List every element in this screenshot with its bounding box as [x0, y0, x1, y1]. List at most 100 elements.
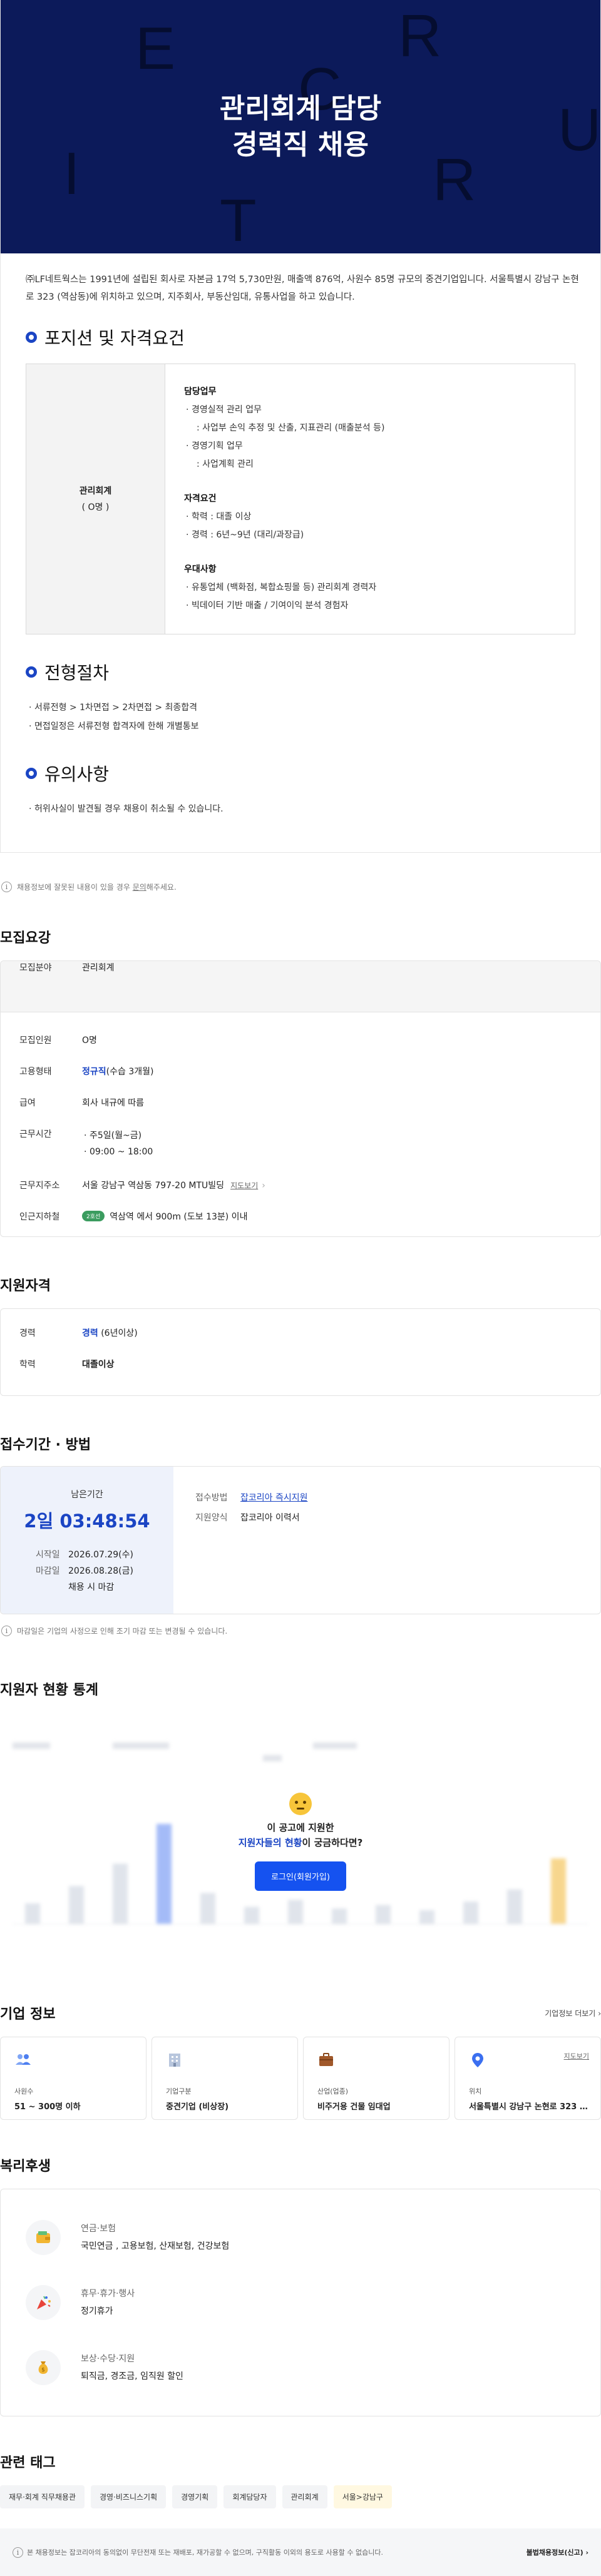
start-date: 2026.07.29(수): [68, 1550, 133, 1560]
benefit-item: $ 보상·수당·지원퇴직금, 경조금, 임직원 할인: [26, 2335, 600, 2400]
hours-item: 주5일(월~금): [82, 1128, 153, 1144]
info-icon: i: [1, 881, 12, 892]
blurred-bar: [376, 1905, 391, 1924]
notice-suffix: 해주세요.: [146, 882, 177, 892]
employment-type: 정규직: [82, 1067, 106, 1077]
section-title: 접수기간 · 방법: [0, 1437, 91, 1453]
card-value: 서울특별시 강남구 논현로 323 (역삼동): [469, 2102, 589, 2112]
benefit-value: 정기휴가: [81, 2306, 113, 2316]
remain-label: 남은기간: [71, 1490, 103, 1500]
tag-chip[interactable]: 경영기획: [172, 2485, 218, 2508]
duty-item: 경영실적 관리 업무: [184, 401, 557, 419]
company-card-employees: 사원수 51 ~ 300명 이하: [0, 2037, 146, 2120]
duty-item: : 사업계획 관리: [197, 459, 254, 469]
qualification-box: 경력 경력 (6년이상) 학력 대졸이상: [0, 1308, 601, 1396]
info-icon: i: [13, 2547, 23, 2558]
report-link[interactable]: 불법채용정보(신고) ›: [527, 2547, 588, 2557]
error-notice: i 채용정보에 잘못된 내용이 있을 경우 문의해주세요.: [0, 853, 601, 902]
card-value: 비주거용 건물 임대업: [317, 2102, 391, 2112]
card-map-link[interactable]: 지도보기: [564, 2051, 589, 2061]
benefit-key: 보상·수당·지원: [81, 2354, 135, 2364]
company-more-link[interactable]: 기업정보 더보기 ›: [545, 2008, 601, 2019]
period-note: 마감일은 기업의 사정으로 인해 조기 마감 또는 변경될 수 있습니다.: [17, 1627, 228, 1636]
pref-item: 유통업체 (백화점, 복합쇼핑몰 등) 관리회계 경력자: [184, 579, 557, 597]
summary-key: 근무지주소: [19, 1181, 60, 1191]
blurred-bar: [244, 1907, 259, 1924]
caution-item: 허위사실이 발견될 경우 채용이 취소될 수 있습니다.: [27, 800, 575, 818]
section-title: 복리후생: [0, 2159, 51, 2174]
login-button[interactable]: 로그인(회원가입): [255, 1861, 346, 1891]
card-value: 51 ~ 300명 이하: [14, 2102, 81, 2112]
section-title: 기업 정보: [0, 2007, 56, 2022]
tag-chip[interactable]: 경영·비즈니스기획: [91, 2485, 167, 2508]
blurred-bar: [419, 1910, 434, 1924]
form-key: 지원양식: [195, 1513, 228, 1523]
hero-deco-letter: R: [398, 3, 442, 69]
money-bag-icon: $: [26, 2350, 61, 2385]
footer-text: 본 채용정보는 잡코리아의 동의없이 무단전재 또는 재배포, 재가공할 수 없…: [27, 2548, 383, 2557]
section-heading: 유의사항: [44, 764, 110, 785]
benefit-box: 연금·보험 국민연금 , 고용보험, 산재보험, 건강보험 휴무·휴가·행사 정기휴…: [0, 2189, 601, 2416]
summary-key: 인근지하철: [19, 1212, 60, 1222]
section-title: 지원자 현황 통계: [0, 1683, 98, 1698]
login-overlay: 이 공고에 지원한 지원자들의 현황이 궁금하다면? 로그인(회원가입): [0, 1793, 601, 1891]
duty-item: : 사업부 손익 추정 및 산출, 지표관리 (매출분석 등): [197, 423, 385, 433]
subway-line-badge: 2호선: [82, 1211, 105, 1221]
recruit-summary: 모집요강 모집분야 관리회계 모집인원 O명 고용형태 정규직(수습 3개월) …: [0, 927, 601, 1237]
thinking-face-icon: [289, 1793, 312, 1815]
benefit-value: 퇴직금, 경조금, 임직원 할인: [81, 2371, 183, 2381]
report-label: 불법채용정보(신고): [526, 2548, 583, 2557]
tag-chip[interactable]: 재무·회계 직무채용관: [0, 2485, 85, 2508]
duties-title: 담당업무: [184, 387, 217, 397]
work-address: 서울 강남구 역삼동 797-20 MTU빌딩: [82, 1181, 225, 1191]
qual-key: 경력: [19, 1328, 36, 1338]
edu-value: 대졸이상: [82, 1360, 115, 1370]
qual-item: 학력 : 대졸 이상: [184, 508, 557, 526]
blurred-placeholder: [263, 1755, 282, 1761]
summary-value: 회사 내규에 따름: [82, 1098, 145, 1108]
section-heading: 포지션 및 자격요건: [44, 328, 185, 349]
company-card-type: 기업구분 중견기업 (비상장): [152, 2037, 298, 2120]
summary-box: 모집분야 관리회계 모집인원 O명 고용형태 정규직(수습 3개월) 급여 회사…: [0, 960, 601, 1237]
building-icon: [169, 2054, 180, 2067]
inquiry-link[interactable]: 문의: [133, 883, 146, 892]
form-value: 잡코리아 이력서: [240, 1513, 300, 1523]
subway-distance: 역삼역 에서 900m (도보 13분) 이내: [110, 1212, 248, 1222]
apply-link[interactable]: 잡코리아 즉시지원: [240, 1493, 308, 1503]
section-title: 지원자격: [0, 1278, 51, 1294]
end-note: 채용 시 마감: [68, 1582, 115, 1592]
benefit-section: 복리후생 연금·보험 국민연금 , 고용보험, 산재보험, 건강보험 휴무·휴가·…: [0, 2155, 601, 2416]
hero-title-line: 경력직 채용: [232, 128, 369, 161]
overlay-highlight: 지원자들의 현황: [238, 1837, 302, 1848]
period-section: 접수기간 · 방법 남은기간 2일 03:48:54 시작일 2026.07.29…: [0, 1433, 601, 1636]
blurred-bar: [25, 1903, 40, 1924]
duty-item: 경영기획 업무: [184, 437, 557, 456]
tag-chip[interactable]: 회계담당자: [223, 2485, 276, 2508]
hero-banner: E R C U I R T 관리회계 담당 경력직 채용: [1, 0, 600, 253]
summary-key: 급여: [19, 1098, 36, 1108]
tags-section: 관련 태그 재무·회계 직무채용관 경영·비즈니스기획 경영기획 회계담당자 관…: [0, 2451, 601, 2508]
chevron-right-icon: ›: [598, 2008, 601, 2018]
method-key: 접수방법: [195, 1493, 228, 1503]
end-key: 마감일: [36, 1566, 60, 1576]
hero-title-line: 관리회계 담당: [219, 92, 382, 125]
employment-type-note: (수습 3개월): [106, 1067, 154, 1077]
tag-chip[interactable]: 관리회계: [282, 2485, 327, 2508]
wallet-icon: [26, 2220, 61, 2255]
process-item: 면접일정은 서류전형 합격자에 한해 개별통보: [27, 717, 575, 736]
overlay-line2: 이 궁금하다면?: [302, 1837, 363, 1848]
tag-chip[interactable]: 서울>강남구: [333, 2485, 392, 2508]
bullet-ring-icon: [26, 332, 37, 343]
position-table: 관리회계 ( O명 ) 담당업무 경영실적 관리 업무 : 사업부 손익 추정 …: [26, 364, 575, 634]
qual-item: 경력 : 6년~9년 (대리/과장급): [184, 526, 557, 544]
benefit-key: 연금·보험: [81, 2224, 116, 2234]
stats-area: 이 공고에 지원한 지원자들의 현황이 궁금하다면? 로그인(회원가입): [0, 1718, 601, 1968]
party-popper-icon: [26, 2285, 61, 2320]
svg-text:$: $: [41, 2367, 45, 2373]
company-section: 기업 정보 기업정보 더보기 › 사원수 51 ~ 300명 이하 기업구분 중…: [0, 2003, 601, 2120]
overlay-line1: 이 공고에 지원한: [267, 1822, 334, 1833]
card-value: 중견기업 (비상장): [166, 2102, 229, 2112]
map-link[interactable]: 지도보기: [230, 1181, 258, 1190]
card-key: 기업구분: [166, 2087, 192, 2095]
notice-text: 채용정보에 잘못된 내용이 있을 경우: [17, 882, 130, 892]
